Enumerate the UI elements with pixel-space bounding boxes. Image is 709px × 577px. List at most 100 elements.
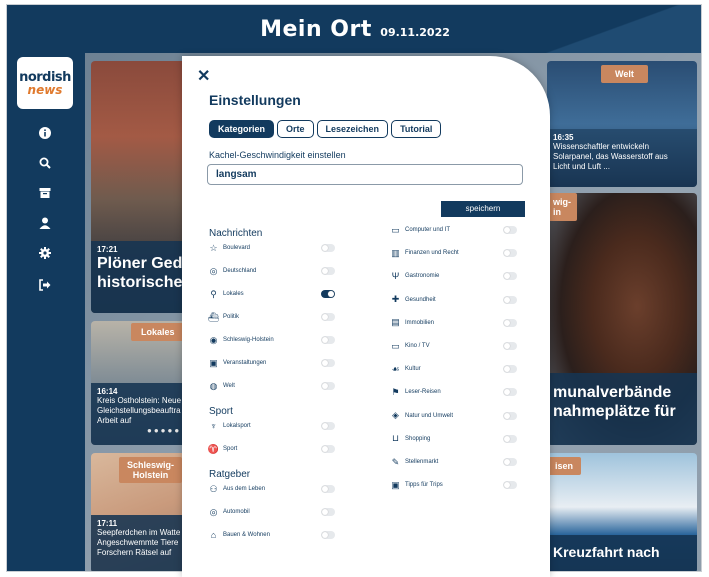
category-badge: Schleswig- Holstein xyxy=(119,457,183,483)
category-row[interactable]: ◎ Deutschland xyxy=(208,264,335,278)
category-label: Leser-Reisen xyxy=(405,389,441,396)
sh-icon: ◉ xyxy=(209,334,218,345)
category-label: Immobilien xyxy=(405,319,435,326)
category-label: Gesundheit xyxy=(405,296,436,303)
logout-icon[interactable] xyxy=(35,275,55,295)
news-tile-schleswig[interactable]: Schleswig- Holstein 17:11 Seepferdchen i… xyxy=(91,453,195,571)
category-label: Gastronomie xyxy=(405,273,440,280)
user-icon[interactable] xyxy=(35,213,55,233)
category-toggle[interactable] xyxy=(321,445,335,453)
category-toggle[interactable] xyxy=(321,313,335,321)
category-toggle[interactable] xyxy=(321,382,335,390)
category-row[interactable]: ⚇ Aus dem Leben xyxy=(208,482,335,496)
category-row[interactable]: ▭ Kino / TV xyxy=(390,339,517,353)
tile-text: Seepferdchen im Watte xyxy=(97,528,181,537)
category-toggle[interactable] xyxy=(503,249,517,258)
people-icon: ⚇ xyxy=(209,483,218,494)
category-row[interactable]: ⚲ Lokales xyxy=(208,287,335,301)
save-button[interactable]: speichern xyxy=(441,201,525,217)
tile-time: 17:21 xyxy=(97,245,118,254)
category-toggle[interactable] xyxy=(503,295,517,304)
speed-input[interactable]: langsam xyxy=(207,164,523,185)
category-row[interactable]: ◎ Automobil xyxy=(208,505,335,519)
category-row[interactable]: ♈ Sport xyxy=(208,442,335,456)
category-row[interactable]: ⌂ Bauen & Wohnen xyxy=(208,528,335,542)
logo-text-1: nordish xyxy=(19,69,71,85)
section-heading: Ratgeber xyxy=(209,469,251,480)
category-row[interactable]: ◉ Schleswig-Holstein xyxy=(208,333,335,347)
category-row[interactable]: ◍ Welt xyxy=(208,379,335,393)
archive-icon[interactable] xyxy=(35,183,55,203)
house-icon: ⌂ xyxy=(210,530,217,540)
info-icon[interactable] xyxy=(35,123,55,143)
tile-time: 16:35 xyxy=(553,133,574,142)
category-label: Boulevard xyxy=(223,245,251,251)
category-row[interactable]: ▭ Computer und IT xyxy=(390,223,517,237)
category-toggle[interactable] xyxy=(321,267,335,275)
category-toggle[interactable] xyxy=(321,485,335,493)
news-tile-lokales[interactable]: Lokales 16:14 Kreis Ostholstein: Neue Gl… xyxy=(91,321,195,445)
category-badge: isen xyxy=(547,457,582,475)
tab-lesezeichen[interactable]: Lesezeichen xyxy=(316,120,389,138)
category-toggle[interactable] xyxy=(321,244,335,252)
pin-icon: ⚲ xyxy=(210,288,217,299)
category-row[interactable]: ▣ Tipps für Trips xyxy=(390,478,517,492)
tab-tutorial[interactable]: Tutorial xyxy=(391,120,442,138)
tab-kategorien[interactable]: Kategorien xyxy=(209,120,275,138)
category-line-2: Holstein xyxy=(132,470,169,480)
category-toggle[interactable] xyxy=(321,422,335,430)
category-toggle[interactable] xyxy=(321,508,335,516)
category-row[interactable]: ◈ Natur und Umwelt xyxy=(390,409,517,423)
category-toggle[interactable] xyxy=(503,272,517,281)
category-toggle[interactable] xyxy=(503,388,517,397)
category-row[interactable]: Ψ Gastronomie xyxy=(390,269,517,283)
cross-icon: ✚ xyxy=(391,294,400,305)
category-toggle[interactable] xyxy=(503,318,517,327)
category-row[interactable]: ⊔ Shopping xyxy=(390,432,517,446)
news-tile-ship[interactable]: isen Kreuzfahrt nach xyxy=(547,453,697,571)
tile-text-3: Licht und Luft ... xyxy=(553,162,610,171)
category-row[interactable]: ☆ Boulevard xyxy=(208,241,335,255)
category-toggle[interactable] xyxy=(321,336,335,344)
tile-caption: 17:21 Plöner Ged historische xyxy=(91,241,195,313)
logo[interactable]: nordish news xyxy=(17,57,73,109)
news-tile-portrait[interactable]: wig- in munalverbände nahmeplätze für xyxy=(547,193,697,445)
tile-text: Kreis Ostholstein: Neue xyxy=(97,396,182,405)
category-toggle[interactable] xyxy=(321,290,335,298)
close-icon[interactable]: ✕ xyxy=(197,66,210,86)
category-toggle[interactable] xyxy=(503,434,517,443)
category-line-1: Schleswig- xyxy=(127,460,175,470)
chart-icon: ▥ xyxy=(391,247,400,258)
category-row[interactable]: ☙ Kultur xyxy=(390,362,517,376)
category-toggle[interactable] xyxy=(321,531,335,539)
category-row[interactable]: ▥ Finanzen und Recht xyxy=(390,246,517,260)
category-row[interactable]: ▣ Veranstaltungen xyxy=(208,356,335,370)
category-toggle[interactable] xyxy=(503,411,517,420)
search-icon[interactable] xyxy=(35,153,55,173)
category-row[interactable]: ✎ Stellenmarkt xyxy=(390,455,517,469)
news-tile-welt[interactable]: Welt 16:35 Wissenschaftler entwickeln So… xyxy=(547,61,697,187)
category-row[interactable]: ▤ Immobilien xyxy=(390,316,517,330)
category-row[interactable]: ⚑ Leser-Reisen xyxy=(390,385,517,399)
category-label: Stellenmarkt xyxy=(405,459,439,465)
category-label: Shopping xyxy=(405,435,431,442)
category-toggle[interactable] xyxy=(503,226,517,234)
category-toggle[interactable] xyxy=(503,365,517,374)
tile-caption: 17:11 Seepferdchen im Watte Angeschwemmt… xyxy=(91,515,195,571)
category-row[interactable]: ⛴ Politik xyxy=(208,310,335,324)
category-row[interactable]: ✚ Gesundheit xyxy=(390,293,517,307)
category-row[interactable]: ♆ Lokalsport xyxy=(208,419,335,433)
tile-headline-2: nahmeplätze für xyxy=(553,403,676,420)
sidebar: nordish news xyxy=(7,53,85,571)
category-toggle[interactable] xyxy=(503,458,517,466)
category-toggle[interactable] xyxy=(321,359,335,367)
header: Mein Ort 09.11.2022 xyxy=(7,5,701,53)
gear-icon[interactable] xyxy=(35,243,55,263)
ship-icon: ⛴ xyxy=(207,311,220,322)
trophy-icon: ♆ xyxy=(210,421,217,431)
category-line-1: wig- xyxy=(553,197,571,207)
category-toggle[interactable] xyxy=(503,342,517,350)
category-toggle[interactable] xyxy=(503,481,517,490)
news-tile-main[interactable]: 17:21 Plöner Ged historische xyxy=(91,61,195,313)
tab-orte[interactable]: Orte xyxy=(277,120,314,138)
